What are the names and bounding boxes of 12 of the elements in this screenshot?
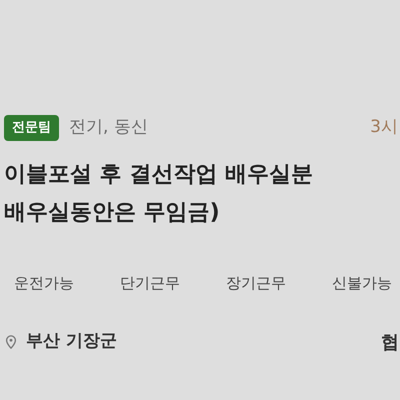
location-pin-icon	[4, 335, 18, 349]
category-text: 전기, 동신	[69, 116, 148, 140]
job-title: 이블포설 후 결선작업 배우실분	[4, 161, 313, 189]
condition-tag: 장기근무	[218, 268, 294, 298]
condition-tag: 신불가능	[324, 268, 400, 298]
condition-tag: 운전가능	[6, 268, 82, 298]
category-badge: 전문팀	[4, 115, 59, 141]
posted-time: 3시	[370, 116, 398, 140]
condition-tag: 단기근무	[112, 268, 188, 298]
job-title: 배우실동안은 무임금)	[4, 199, 220, 227]
pay-label: 협	[381, 330, 399, 354]
location-text: 부산 기장군	[26, 330, 117, 354]
